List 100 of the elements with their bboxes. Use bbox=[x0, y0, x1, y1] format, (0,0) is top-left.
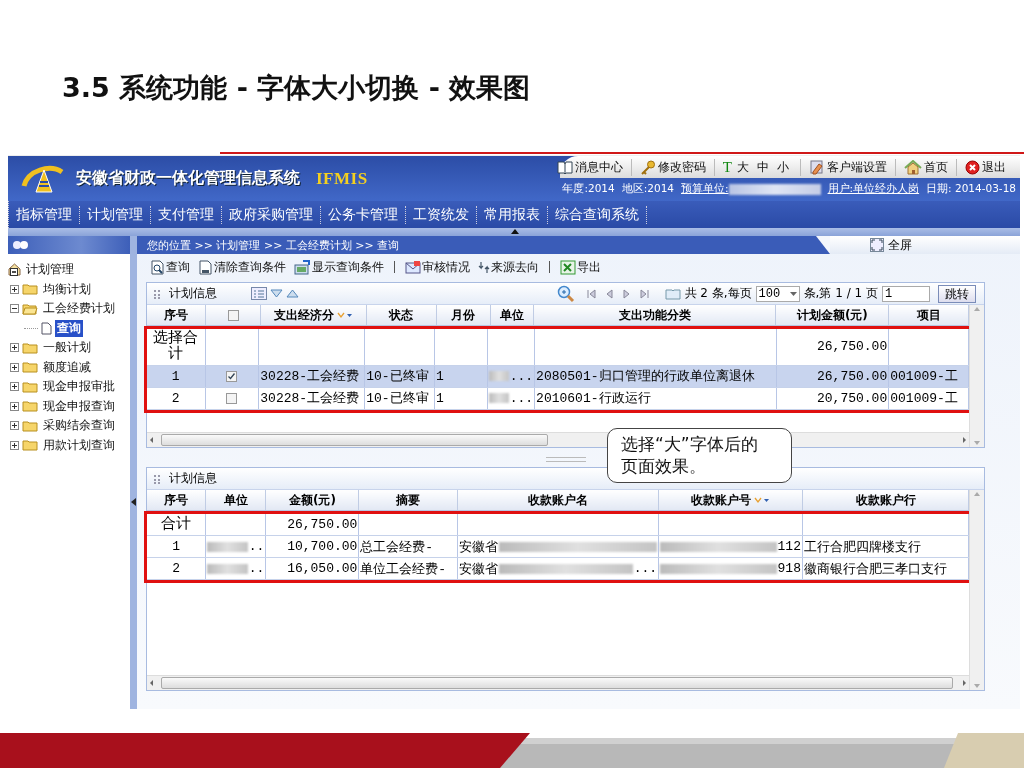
fullscreen-icon[interactable] bbox=[870, 238, 884, 252]
table-row[interactable]: 1 .. 10,700.00 总工会经费- 安徽省 112 工行合肥四牌楼支行 bbox=[147, 535, 969, 558]
arrows-icon bbox=[478, 259, 490, 275]
tree-item[interactable]: 均衡计划 bbox=[41, 280, 93, 298]
table-cell: 2 bbox=[147, 557, 206, 580]
table-cell: 001009-工 bbox=[888, 387, 969, 409]
nav-menu-item[interactable]: 计划管理 bbox=[80, 205, 151, 224]
table-row[interactable]: 1 30228-工会经费 10-已终审 1 ... 2080501-归口管理的行政单位离退休 26,750.00 001009-工 bbox=[147, 365, 969, 387]
nav-menu-item[interactable]: 政府采购管理 bbox=[222, 205, 321, 224]
font-size-option[interactable]: 小 bbox=[774, 158, 792, 176]
toggle-icon[interactable] bbox=[12, 240, 30, 250]
zoom-icon[interactable] bbox=[556, 284, 575, 303]
nav-menu-item[interactable]: 公务卡管理 bbox=[321, 205, 406, 224]
breadcrumb: 您的位置 >> 计划管理 >> 工会经费计划 >> 查询 bbox=[137, 236, 830, 254]
system-name: 安徽省财政一体化管理信息系统 bbox=[76, 168, 300, 189]
next-icon[interactable] bbox=[622, 288, 630, 299]
expand-icon[interactable] bbox=[10, 362, 19, 372]
table-cell: 单位工会经费- bbox=[358, 557, 458, 580]
toolbar-button[interactable]: 显示查询条件 bbox=[291, 258, 387, 276]
folder-icon bbox=[22, 419, 38, 432]
exit-icon bbox=[965, 159, 980, 175]
expand-icon[interactable] bbox=[10, 421, 19, 431]
jump-button[interactable]: 跳转 bbox=[938, 284, 976, 303]
table-cell: 总工会经费- bbox=[358, 535, 458, 558]
scrollbar[interactable] bbox=[147, 675, 969, 690]
info-link[interactable]: 用户:单位经办人岗 bbox=[827, 182, 920, 196]
grip-icon bbox=[153, 288, 163, 299]
expand-icon[interactable] bbox=[10, 401, 19, 411]
tree-item[interactable]: 现金申报审批 bbox=[41, 378, 117, 396]
tree-item[interactable]: 额度追减 bbox=[41, 358, 93, 376]
collapse-icon[interactable] bbox=[10, 304, 19, 314]
cell-text: 安徽省 bbox=[459, 560, 499, 578]
first-page-icon[interactable] bbox=[586, 288, 596, 299]
key-icon bbox=[639, 159, 656, 175]
last-page-icon[interactable] bbox=[639, 288, 649, 299]
toolbar-link[interactable]: 修改密码 bbox=[657, 158, 706, 176]
table-cell: 10,700.00 bbox=[265, 535, 359, 558]
toolbar-button[interactable]: 导出 bbox=[557, 258, 604, 276]
table-cell: 10-已终审 bbox=[364, 387, 435, 409]
info-text: 地区:2014 bbox=[621, 182, 674, 196]
panel-title: 计划信息 bbox=[169, 285, 217, 302]
cell-text: .. bbox=[248, 561, 265, 576]
up-arrow-icon[interactable] bbox=[286, 289, 299, 298]
table-cell: 工行合肥四牌楼支行 bbox=[802, 535, 969, 558]
checkbox[interactable] bbox=[226, 370, 238, 382]
expand-icon[interactable] bbox=[10, 284, 19, 294]
table-cell: 30228-工会经费 bbox=[258, 387, 365, 409]
page-size-select[interactable]: 100 bbox=[755, 285, 800, 302]
tree-item[interactable]: 现金申报查询 bbox=[41, 397, 117, 415]
toolbar-link[interactable]: 消息中心 bbox=[574, 158, 623, 176]
font-size-option[interactable]: 中 bbox=[754, 158, 772, 176]
expand-icon[interactable] bbox=[10, 382, 19, 392]
tree-item[interactable]: 工会经费计划 bbox=[41, 300, 117, 318]
table-row[interactable]: 2 .. 16,050.00 单位工会经费- 安徽省 ... 918 徽商银行合肥三孝口支行 bbox=[147, 557, 969, 580]
home-icon bbox=[904, 159, 922, 175]
table-row[interactable]: 选择合计 26,750.00 bbox=[147, 329, 969, 365]
nav-menu-item[interactable]: 综合查询系统 bbox=[548, 205, 647, 224]
table-cell: 2010601-行政运行 bbox=[534, 387, 777, 409]
tree-root-icon[interactable] bbox=[8, 263, 21, 277]
folder-icon bbox=[22, 400, 38, 413]
font-size-icon: T bbox=[722, 158, 732, 176]
toolbar-button[interactable]: 审核情况 bbox=[402, 258, 473, 276]
toolbar-link[interactable]: 退出 bbox=[982, 158, 1006, 176]
table-cell: 16,050.00 bbox=[265, 557, 359, 580]
checkbox[interactable] bbox=[227, 309, 239, 321]
expand-icon[interactable] bbox=[10, 440, 19, 450]
tree-item[interactable]: 采购结余查询 bbox=[41, 417, 117, 435]
screen-icon bbox=[294, 259, 311, 275]
toolbar-button[interactable]: 清除查询条件 bbox=[195, 258, 289, 276]
toolbar-link[interactable]: 客户端设置 bbox=[827, 158, 887, 176]
brand-name: IFMIS bbox=[316, 168, 368, 189]
table-cell: 2 bbox=[147, 387, 206, 409]
search-icon bbox=[150, 259, 165, 275]
table-row[interactable]: 2 30228-工会经费 10-已终审 1 ... 2010601-行政运行 20,750.00 001009-工 bbox=[147, 387, 969, 409]
document-icon bbox=[198, 259, 213, 275]
tree-item[interactable]: 一般计划 bbox=[41, 339, 93, 357]
nav-menu-item[interactable]: 支付管理 bbox=[151, 205, 222, 224]
nav-menu-item[interactable]: 工资统发 bbox=[406, 205, 477, 224]
record-count: 共 2 条,每页 bbox=[684, 285, 752, 302]
info-link[interactable]: 预算单位: bbox=[681, 182, 729, 196]
checkbox[interactable] bbox=[226, 392, 238, 404]
slide-title: 3.5 系统功能 - 字体大小切换 - 效果图 bbox=[62, 71, 531, 105]
tree-item[interactable]: 用款计划查询 bbox=[41, 436, 117, 454]
fullscreen-link[interactable]: 全屏 bbox=[888, 236, 912, 254]
page-input[interactable]: 1 bbox=[882, 285, 930, 302]
toolbar-button[interactable]: 来源去向 bbox=[475, 258, 542, 276]
sort-icon[interactable] bbox=[754, 495, 771, 505]
tree-item[interactable]: 计划管理 bbox=[24, 261, 76, 279]
toolbar-button[interactable]: 查询 bbox=[147, 258, 193, 276]
font-size-option[interactable]: 大 bbox=[734, 158, 752, 176]
down-arrow-icon[interactable] bbox=[270, 289, 283, 298]
table-row[interactable]: 合计 26,750.00 bbox=[147, 514, 969, 536]
tree-item[interactable]: 查询 bbox=[55, 319, 83, 337]
toolbar-link[interactable]: 首页 bbox=[924, 158, 948, 176]
expand-icon[interactable] bbox=[10, 343, 19, 353]
previous-icon[interactable] bbox=[605, 288, 613, 299]
list-icon[interactable] bbox=[251, 287, 267, 300]
nav-menu-item[interactable]: 指标管理 bbox=[9, 205, 80, 224]
nav-menu-item[interactable]: 常用报表 bbox=[477, 205, 548, 224]
sort-icon[interactable] bbox=[337, 310, 353, 320]
